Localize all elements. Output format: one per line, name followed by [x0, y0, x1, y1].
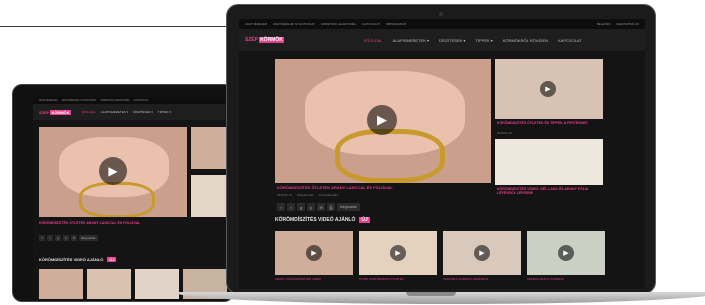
tablet-nav-item[interactable]: DÍSZÍTÉSEK ▾ — [133, 110, 153, 114]
nav-item-tips[interactable]: TIPPEK ▾ — [475, 38, 492, 43]
side-video-caption[interactable]: KÖRÖMDÍSZÍTÉS ÖTLETEK ÉS TIPPEK A FESTÉS… — [497, 121, 601, 125]
nav-item-contact[interactable]: KAPCSOLAT — [558, 38, 582, 43]
tablet-topbar-link[interactable]: KAPCSOLAT — [134, 99, 149, 102]
pinterest-icon[interactable]: p — [63, 235, 69, 241]
laptop-device: ADATVÉDELEM ADATVÉDELMI NYILATKOZAT HIRD… — [174, 4, 705, 304]
topbar-link[interactable]: ADATVÉDELEM — [245, 22, 267, 26]
tablet-nav-item[interactable]: FŐOLDAL — [82, 110, 96, 114]
play-icon[interactable]: ▶ — [558, 245, 574, 261]
section-title-text: KÖRÖMDÍSZÍTÉS VIDEÓ AJÁNLÓ — [275, 217, 356, 223]
tablet-section-title: KÖRÖMDÍSZÍTÉS VIDEÓ AJÁNLÓ ÚJ — [39, 257, 117, 262]
side-video-thumb[interactable] — [495, 139, 603, 185]
video-thumb[interactable]: ▶ — [443, 231, 521, 275]
chain-image — [79, 182, 155, 217]
email-icon[interactable]: ✉ — [317, 203, 325, 211]
main-video[interactable]: ▶ — [275, 59, 491, 183]
video-section-title: KÖRÖMDÍSZÍTÉS VIDEÓ AJÁNLÓ ÚJ — [275, 217, 370, 223]
topbar-link[interactable]: KAPCSOLAT — [362, 22, 380, 26]
side-video-meta: 2015.01.12 — [497, 131, 512, 135]
email-icon[interactable]: ✉ — [71, 235, 77, 241]
play-icon[interactable]: ▶ — [306, 245, 322, 261]
laptop-notch — [406, 292, 456, 296]
tablet-side-thumb[interactable] — [191, 175, 231, 217]
tablet-video-thumb[interactable] — [39, 269, 83, 299]
nav-item-decorations[interactable]: DÍSZÍTÉSEK ▾ — [439, 38, 465, 43]
tablet-video-thumb[interactable] — [87, 269, 131, 299]
nav-item-about[interactable]: KÖRMÖKRŐL RÖVIDEN — [503, 38, 548, 43]
tablet-topbar-link[interactable]: ADATVÉDELMI NYILATKOZAT — [61, 99, 96, 102]
facebook-icon[interactable]: f — [39, 235, 45, 241]
logo-text: SZÉP — [245, 37, 259, 43]
google-plus-icon[interactable]: g — [297, 203, 305, 211]
video-thumb[interactable]: ▶ — [359, 231, 437, 275]
tablet-logo[interactable]: SZÉP KÖRMÖK — [39, 109, 71, 115]
nav-item-home[interactable]: FŐOLDAL — [364, 38, 383, 43]
tablet-main-video[interactable]: ▶ — [39, 127, 187, 217]
camera-icon — [439, 12, 443, 16]
laptop-topbar: ADATVÉDELEM ADATVÉDELMI NYILATKOZAT HIRD… — [239, 19, 645, 29]
logo-box-text: KÖRMÖK — [259, 37, 284, 43]
topbar-link[interactable]: HIRDETÉSI LEHETŐSÉG — [321, 22, 356, 26]
video-thumb-caption[interactable]: ARANY KÖRÖMDÍSZÍTÉS VIDEÓ — [275, 277, 353, 281]
topbar-link[interactable]: IMPRESSZUM — [386, 22, 406, 26]
share-bar: f t g p ✉ ⎙ Megosztás — [277, 203, 360, 211]
meta-author: Szépkörmök — [297, 193, 314, 197]
register-link[interactable]: REGISZTRÁCIÓ — [616, 22, 639, 26]
tablet-side-thumb[interactable] — [191, 127, 231, 169]
tablet-screen: ADATVÉDELEM ADATVÉDELMI NYILATKOZAT HIRD… — [33, 97, 231, 299]
tablet-share-bar: f t g p ✉ Megosztás — [39, 235, 98, 241]
facebook-icon[interactable]: f — [277, 203, 285, 211]
play-icon[interactable]: ▶ — [474, 245, 490, 261]
video-thumb-caption[interactable]: NYÁRI KÖRÖMMINTA ÖTLETEK — [359, 277, 437, 281]
site-logo[interactable]: SZÉP KÖRMÖK — [245, 37, 284, 43]
laptop-lid: ADATVÉDELEM ADATVÉDELMI NYILATKOZAT HIRD… — [226, 4, 656, 294]
tablet-navbar: SZÉP KÖRMÖK FŐOLDAL ALAPISMERETEK ▾ DÍSZ… — [33, 104, 231, 120]
tablet-topbar-link[interactable]: HIRDETÉSI LEHETŐSÉG — [100, 99, 129, 102]
share-button[interactable]: Megosztás — [79, 235, 98, 241]
section-badge: ÚJ — [107, 257, 117, 262]
share-button[interactable]: Megosztás — [337, 203, 360, 211]
twitter-icon[interactable]: t — [287, 203, 295, 211]
logo-box-text: KÖRMÖK — [50, 109, 71, 115]
logo-text: SZÉP — [39, 109, 50, 115]
tablet-topbar: ADATVÉDELEM ADATVÉDELMI NYILATKOZAT HIRD… — [33, 97, 231, 104]
video-thumb[interactable]: ▶ — [527, 231, 605, 275]
nav-item-basics[interactable]: ALAPISMERETEK ▾ — [393, 38, 429, 43]
login-link[interactable]: BELÉPÉS — [597, 22, 611, 26]
topbar-link[interactable]: ADATVÉDELMI NYILATKOZAT — [273, 22, 315, 26]
main-video-meta: 2015.01.12 Szépkörmök 0 hozzászólás — [277, 193, 338, 197]
video-thumb[interactable]: ▶ — [275, 231, 353, 275]
main-video-caption[interactable]: KÖRÖMDÍSZÍTÉS ÖTLETEK ARANY LÁNCCAL ÉS F… — [277, 185, 491, 190]
section-title-text: KÖRÖMDÍSZÍTÉS VIDEÓ AJÁNLÓ — [39, 257, 104, 262]
video-thumb-caption[interactable]: PASZTELL KÖRMÖK LÉPÉSRŐL — [443, 277, 521, 281]
section-badge: ÚJ — [359, 217, 370, 223]
meta-comments[interactable]: 0 hozzászólás — [319, 193, 338, 197]
laptop-screen: ADATVÉDELEM ADATVÉDELMI NYILATKOZAT HIRD… — [239, 19, 645, 289]
laptop-base — [174, 292, 705, 304]
meta-date: 2015.01.12 — [277, 193, 293, 197]
tablet-topbar-link[interactable]: ADATVÉDELEM — [39, 99, 57, 102]
side-video-caption[interactable]: KÖRÖMDÍSZÍTÉS VIDEÓ: GÉL LAKK ÉS ARANY F… — [497, 187, 601, 195]
pinterest-icon[interactable]: p — [307, 203, 315, 211]
google-plus-icon[interactable]: g — [55, 235, 61, 241]
side-video-thumb[interactable]: ▶ — [495, 59, 603, 119]
tablet-main-caption[interactable]: KÖRÖMDÍSZÍTÉS ÖTLETEK ARANY LÁNCCAL ÉS F… — [39, 221, 187, 225]
play-icon[interactable]: ▶ — [390, 245, 406, 261]
video-thumb-caption[interactable]: FEKETE ARANY KÖRMÖK — [527, 277, 605, 281]
twitter-icon[interactable]: t — [47, 235, 53, 241]
tablet-video-thumb[interactable] — [135, 269, 179, 299]
print-icon[interactable]: ⎙ — [327, 203, 335, 211]
meta-date: 2015.01.12 — [497, 131, 513, 135]
play-icon[interactable]: ▶ — [99, 157, 127, 185]
chain-image — [335, 129, 445, 183]
laptop-navbar: SZÉP KÖRMÖK FŐOLDAL ALAPISMERETEK ▾ DÍSZ… — [239, 29, 645, 51]
play-icon[interactable]: ▶ — [540, 81, 556, 97]
tablet-device: ADATVÉDELEM ADATVÉDELMI NYILATKOZAT HIRD… — [12, 84, 234, 302]
play-icon[interactable]: ▶ — [367, 105, 397, 135]
device-mockup-scene: ADATVÉDELEM ADATVÉDELMI NYILATKOZAT HIRD… — [0, 0, 705, 305]
tablet-nav-item[interactable]: TIPPEK ▾ — [158, 110, 171, 114]
tablet-nav-item[interactable]: ALAPISMERETEK ▾ — [101, 110, 128, 114]
